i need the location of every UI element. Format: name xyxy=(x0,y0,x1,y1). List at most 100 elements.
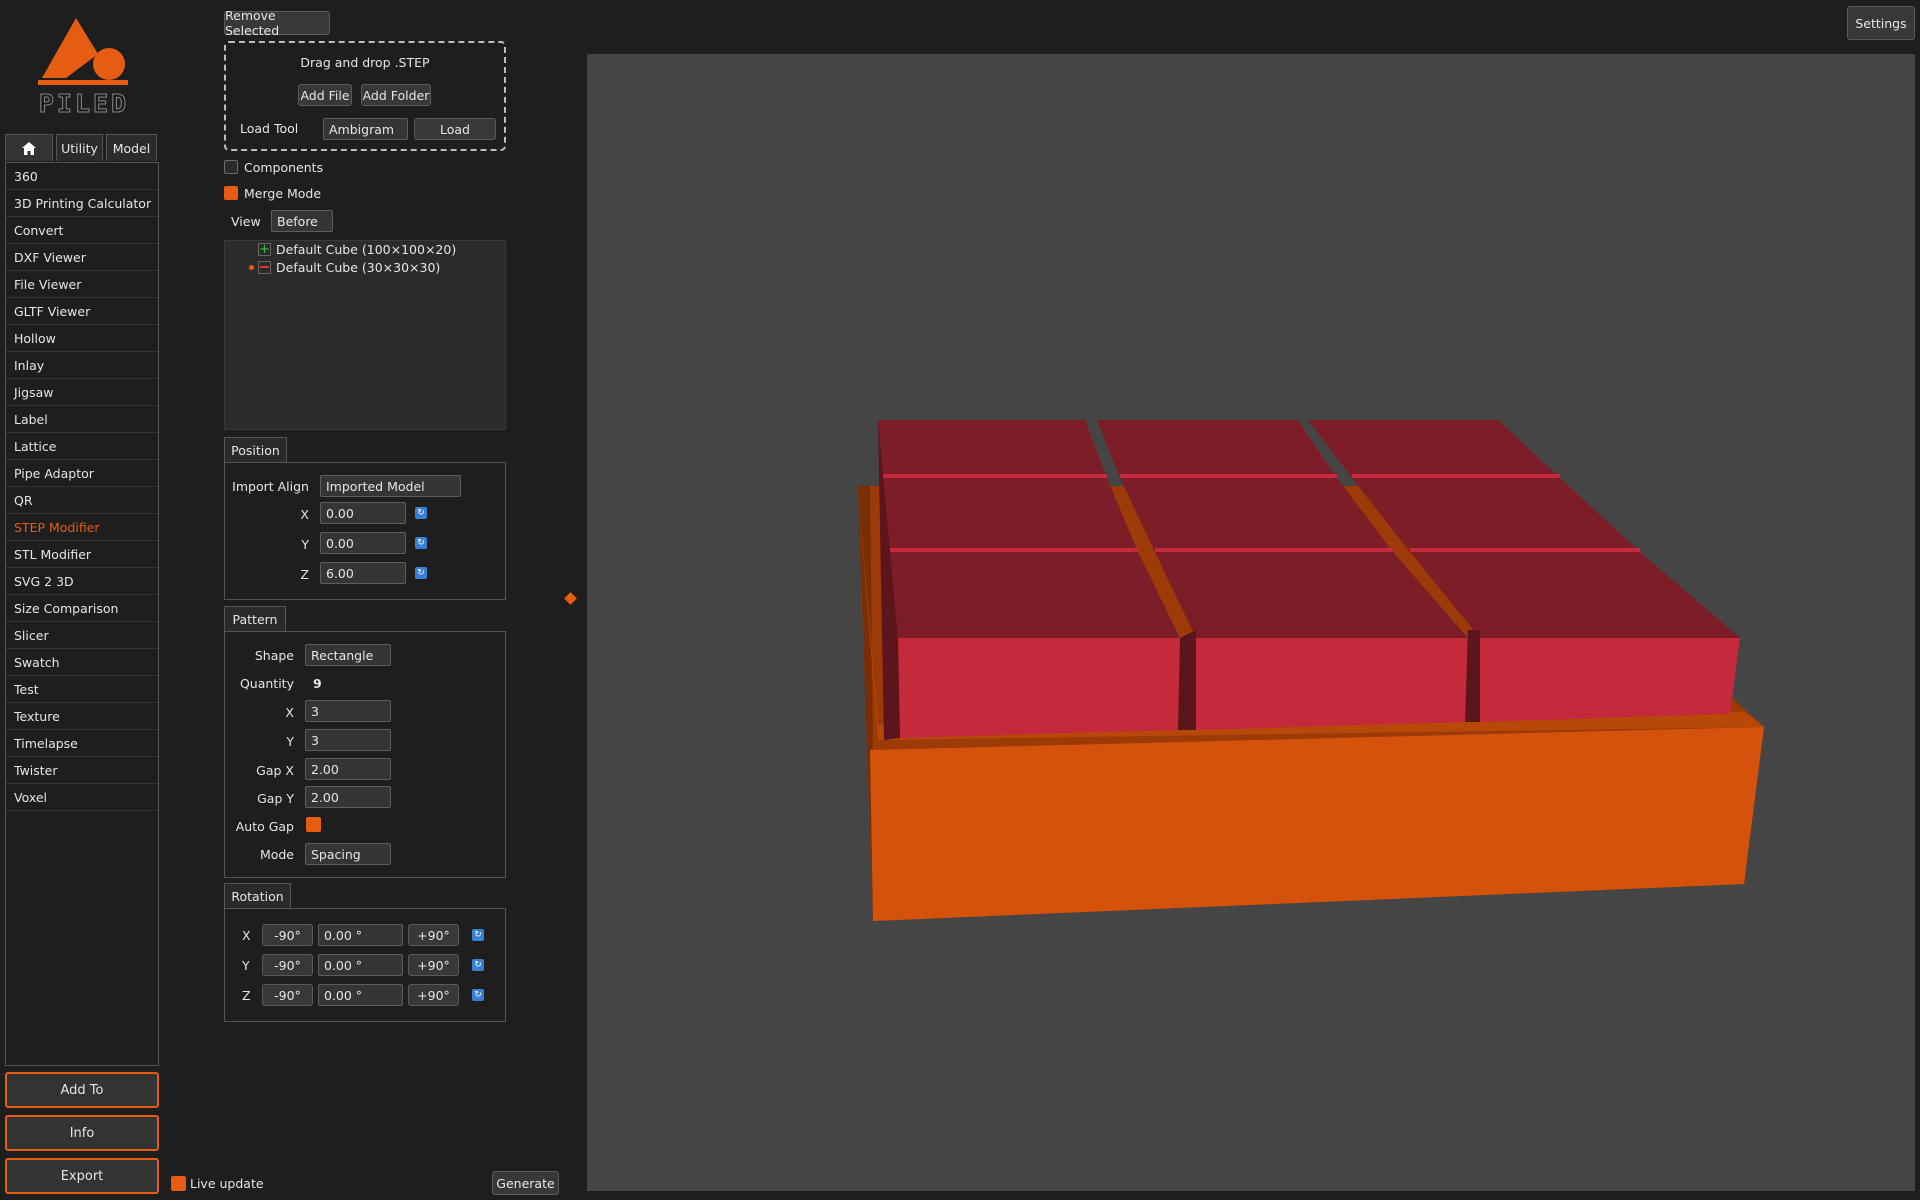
tool-item[interactable]: QR xyxy=(6,487,158,514)
3d-viewport[interactable] xyxy=(587,54,1915,1191)
tool-item[interactable]: Inlay xyxy=(6,352,158,379)
tool-item[interactable]: Voxel xyxy=(6,784,158,811)
live-update-checkbox[interactable] xyxy=(171,1176,186,1191)
view-select[interactable]: Before xyxy=(271,210,333,232)
reset-icon[interactable]: ↻ xyxy=(415,567,427,579)
position-y-label: Y xyxy=(301,537,309,552)
reset-icon[interactable]: ↻ xyxy=(472,929,484,941)
pattern-y-label: Y xyxy=(286,734,294,749)
position-x-label: X xyxy=(300,507,309,522)
base-plate-front xyxy=(870,727,1764,921)
cube-edge xyxy=(1352,474,1560,478)
tool-item[interactable]: Lattice xyxy=(6,433,158,460)
tool-item[interactable]: Swatch xyxy=(6,649,158,676)
rotate-y-minus-button[interactable]: -90° xyxy=(262,954,313,976)
mode-select[interactable]: Spacing xyxy=(305,843,391,865)
home-icon xyxy=(22,141,36,155)
settings-button[interactable]: Settings xyxy=(1847,6,1915,40)
object-row[interactable]: Default Cube (30×30×30) xyxy=(258,258,440,276)
pattern-y-input[interactable]: 3 xyxy=(305,729,391,751)
position-z-input[interactable]: 6.00 xyxy=(320,562,406,584)
splitter-handle[interactable] xyxy=(564,592,577,605)
export-button[interactable]: Export xyxy=(5,1158,159,1194)
merge-mode-label: Merge Mode xyxy=(244,186,322,201)
cube-front xyxy=(898,638,1180,738)
rotation-tab: Rotation xyxy=(224,883,291,908)
minus-icon xyxy=(258,260,271,274)
generate-button[interactable]: Generate xyxy=(492,1171,559,1195)
components-checkbox[interactable] xyxy=(224,160,238,174)
tool-item[interactable]: Hollow xyxy=(6,325,158,352)
mode-label: Mode xyxy=(259,847,294,862)
tool-item[interactable]: DXF Viewer xyxy=(6,244,158,271)
merge-mode-checkbox[interactable] xyxy=(224,186,238,200)
tab-utility[interactable]: Utility xyxy=(56,134,103,161)
position-x-input[interactable]: 0.00 xyxy=(320,502,406,524)
pattern-group xyxy=(224,631,506,878)
components-label: Components xyxy=(244,160,324,175)
rotate-y-plus-button[interactable]: +90° xyxy=(408,954,459,976)
pattern-x-label: X xyxy=(285,705,294,720)
rotation-x-input[interactable]: 0.00 ° xyxy=(318,924,403,946)
object-row[interactable]: + Default Cube (100×100×20) xyxy=(258,240,456,258)
cube-edge xyxy=(1410,548,1640,552)
gap-x-input[interactable]: 2.00 xyxy=(305,758,391,780)
rotation-z-label: Z xyxy=(242,988,251,1003)
tool-item[interactable]: STEP Modifier xyxy=(6,514,158,541)
reset-icon[interactable]: ↻ xyxy=(415,537,427,549)
load-button[interactable]: Load xyxy=(414,118,496,140)
live-update-label: Live update xyxy=(190,1176,264,1191)
rotate-z-plus-button[interactable]: +90° xyxy=(408,984,459,1006)
cube-side xyxy=(1178,630,1196,730)
tool-item[interactable]: Test xyxy=(6,676,158,703)
rotate-x-minus-button[interactable]: -90° xyxy=(262,924,313,946)
cube-top xyxy=(1308,420,1560,478)
cube-top xyxy=(890,552,1180,638)
import-align-label: Import Align xyxy=(232,479,309,494)
add-file-button[interactable]: Add File xyxy=(298,84,352,106)
position-y-input[interactable]: 0.00 xyxy=(320,532,406,554)
tab-model[interactable]: Model xyxy=(106,134,157,161)
cube-edge xyxy=(1120,474,1337,478)
tool-item[interactable]: 3D Printing Calculator xyxy=(6,190,158,217)
tool-item[interactable]: GLTF Viewer xyxy=(6,298,158,325)
rotation-z-input[interactable]: 0.00 ° xyxy=(318,984,403,1006)
add-folder-button[interactable]: Add Folder xyxy=(361,84,431,106)
reset-icon[interactable]: ↻ xyxy=(472,959,484,971)
reset-icon[interactable]: ↻ xyxy=(415,507,427,519)
pattern-x-input[interactable]: 3 xyxy=(305,700,391,722)
cube-top xyxy=(1097,420,1337,478)
tool-item[interactable]: Convert xyxy=(6,217,158,244)
load-tool-label: Load Tool xyxy=(240,121,299,136)
tool-item[interactable]: Label xyxy=(6,406,158,433)
tool-item[interactable]: SVG 2 3D xyxy=(6,568,158,595)
import-align-select[interactable]: Imported Model xyxy=(320,475,461,497)
remove-selected-button[interactable]: Remove Selected xyxy=(224,8,330,38)
tool-item[interactable]: Size Comparison xyxy=(6,595,158,622)
logo-text: PILED xyxy=(38,89,130,119)
auto-gap-checkbox[interactable] xyxy=(306,817,321,832)
cube-front xyxy=(1196,638,1468,730)
rotation-y-input[interactable]: 0.00 ° xyxy=(318,954,403,976)
rotate-z-minus-button[interactable]: -90° xyxy=(262,984,313,1006)
tool-item[interactable]: Jigsaw xyxy=(6,379,158,406)
tool-item[interactable]: 360 xyxy=(6,163,158,190)
tool-item[interactable]: STL Modifier xyxy=(6,541,158,568)
3d-model-render xyxy=(858,420,1764,921)
gap-y-label: Gap Y xyxy=(257,791,294,806)
rotate-x-plus-button[interactable]: +90° xyxy=(408,924,459,946)
tool-item[interactable]: File Viewer xyxy=(6,271,158,298)
tool-item[interactable]: Twister xyxy=(6,757,158,784)
tool-item[interactable]: Timelapse xyxy=(6,730,158,757)
tool-item[interactable]: Texture xyxy=(6,703,158,730)
reset-icon[interactable]: ↻ xyxy=(472,989,484,1001)
add-to-button[interactable]: Add To xyxy=(5,1072,159,1108)
gap-y-input[interactable]: 2.00 xyxy=(305,786,391,808)
tab-home[interactable] xyxy=(5,134,53,161)
load-tool-select[interactable]: Ambigram xyxy=(323,118,408,140)
info-button[interactable]: Info xyxy=(5,1115,159,1151)
tool-item[interactable]: Pipe Adaptor xyxy=(6,460,158,487)
position-z-label: Z xyxy=(300,567,309,582)
tool-item[interactable]: Slicer xyxy=(6,622,158,649)
shape-select[interactable]: Rectangle xyxy=(305,644,391,666)
